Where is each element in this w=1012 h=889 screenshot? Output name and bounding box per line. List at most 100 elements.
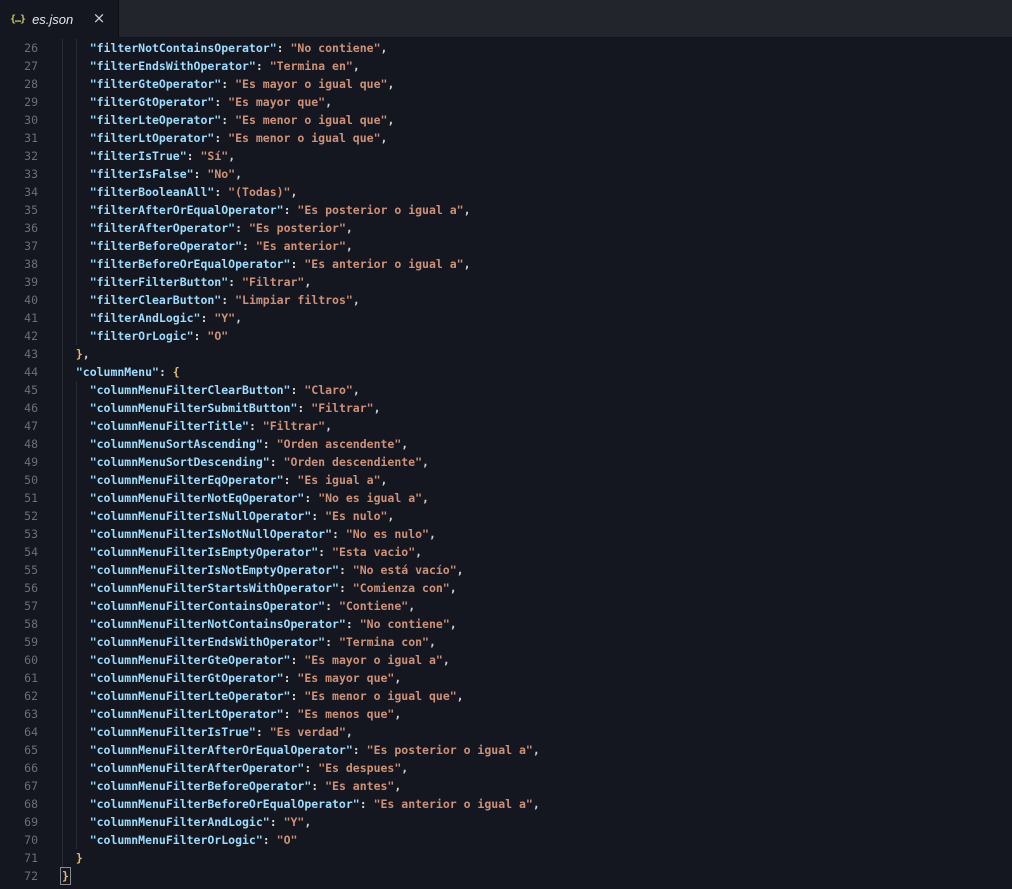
code-line[interactable]: 69 "columnMenuFilterAndLogic": "Y", <box>0 813 1012 831</box>
line-number[interactable]: 36 <box>0 219 38 237</box>
code-line[interactable]: 49 "columnMenuSortDescending": "Orden des… <box>0 453 1012 471</box>
line-number[interactable]: 60 <box>0 651 38 669</box>
code-line[interactable]: 52 "columnMenuFilterIsNullOperator": "Es … <box>0 507 1012 525</box>
line-number[interactable]: 41 <box>0 309 38 327</box>
code-line[interactable]: 30 "filterLteOperator": "Es menor o igual… <box>0 111 1012 129</box>
line-number[interactable]: 63 <box>0 705 38 723</box>
code-line[interactable]: 26 "filterNotContainsOperator": "No conti… <box>0 39 1012 57</box>
line-number[interactable]: 50 <box>0 471 38 489</box>
line-number[interactable]: 65 <box>0 741 38 759</box>
code-line[interactable]: 50 "columnMenuFilterEqOperator": "Es igua… <box>0 471 1012 489</box>
line-number[interactable]: 72 <box>0 867 38 885</box>
code-line[interactable]: 71} <box>0 849 1012 867</box>
line-number[interactable]: 59 <box>0 633 38 651</box>
line-number[interactable]: 57 <box>0 597 38 615</box>
code-line[interactable]: 72} <box>0 867 1012 885</box>
line-number[interactable]: 30 <box>0 111 38 129</box>
line-number[interactable]: 33 <box>0 165 38 183</box>
code-line[interactable]: 37 "filterBeforeOperator": "Es anterior", <box>0 237 1012 255</box>
line-number[interactable]: 69 <box>0 813 38 831</box>
line-number[interactable]: 34 <box>0 183 38 201</box>
line-number[interactable]: 45 <box>0 381 38 399</box>
line-number[interactable]: 51 <box>0 489 38 507</box>
line-number[interactable]: 56 <box>0 579 38 597</box>
code-line[interactable]: 57 "columnMenuFilterContainsOperator": "C… <box>0 597 1012 615</box>
code-line[interactable]: 54 "columnMenuFilterIsEmptyOperator": "Es… <box>0 543 1012 561</box>
line-number[interactable]: 47 <box>0 417 38 435</box>
code-line[interactable]: 70 "columnMenuFilterOrLogic": "O" <box>0 831 1012 849</box>
code-line[interactable]: 61 "columnMenuFilterGtOperator": "Es mayo… <box>0 669 1012 687</box>
line-number[interactable]: 31 <box>0 129 38 147</box>
line-number[interactable]: 53 <box>0 525 38 543</box>
line-number[interactable]: 28 <box>0 75 38 93</box>
line-number[interactable]: 40 <box>0 291 38 309</box>
line-number[interactable]: 42 <box>0 327 38 345</box>
code-line[interactable]: 32 "filterIsTrue": "Sí", <box>0 147 1012 165</box>
line-number[interactable]: 26 <box>0 39 38 57</box>
code-line[interactable]: 64 "columnMenuFilterIsTrue": "Es verdad", <box>0 723 1012 741</box>
line-number[interactable]: 29 <box>0 93 38 111</box>
code-line[interactable]: 51 "columnMenuFilterNotEqOperator": "No e… <box>0 489 1012 507</box>
line-number[interactable]: 66 <box>0 759 38 777</box>
line-number[interactable]: 49 <box>0 453 38 471</box>
code-line[interactable]: 68 "columnMenuFilterBeforeOrEqualOperator… <box>0 795 1012 813</box>
code-line[interactable]: 27 "filterEndsWithOperator": "Termina en"… <box>0 57 1012 75</box>
code-line[interactable]: 65 "columnMenuFilterAfterOrEqualOperator"… <box>0 741 1012 759</box>
editor[interactable]: 26 "filterNotContainsOperator": "No conti… <box>0 38 1012 889</box>
line-number[interactable]: 67 <box>0 777 38 795</box>
line-number[interactable]: 38 <box>0 255 38 273</box>
line-number[interactable]: 68 <box>0 795 38 813</box>
code-line[interactable]: 66 "columnMenuFilterAfterOperator": "Es d… <box>0 759 1012 777</box>
punctuation-comma: , <box>394 671 402 685</box>
code-line[interactable]: 38 "filterBeforeOrEqualOperator": "Es ant… <box>0 255 1012 273</box>
code-line[interactable]: 28 "filterGteOperator": "Es mayor o igual… <box>0 75 1012 93</box>
line-number[interactable]: 73 <box>0 885 38 889</box>
line-number[interactable]: 54 <box>0 543 38 561</box>
code-line[interactable]: 40 "filterClearButton": "Limpiar filtros"… <box>0 291 1012 309</box>
code-line[interactable]: 73 <box>0 885 1012 889</box>
code-line[interactable]: 39 "filterFilterButton": "Filtrar", <box>0 273 1012 291</box>
code-line[interactable]: 45 "columnMenuFilterClearButton": "Claro"… <box>0 381 1012 399</box>
line-number[interactable]: 46 <box>0 399 38 417</box>
close-icon[interactable]: × <box>90 10 108 28</box>
tab-es-json[interactable]: {…} es.json × <box>0 0 119 38</box>
code-line[interactable]: 42 "filterOrLogic": "O" <box>0 327 1012 345</box>
code-line[interactable]: 59 "columnMenuFilterEndsWithOperator": "T… <box>0 633 1012 651</box>
code-line[interactable]: 53 "columnMenuFilterIsNotNullOperator": "… <box>0 525 1012 543</box>
line-number[interactable]: 71 <box>0 849 38 867</box>
line-number[interactable]: 32 <box>0 147 38 165</box>
line-number[interactable]: 58 <box>0 615 38 633</box>
code-line[interactable]: 44 "columnMenu": { <box>0 363 1012 381</box>
line-number[interactable]: 52 <box>0 507 38 525</box>
line-number[interactable]: 62 <box>0 687 38 705</box>
code-line[interactable]: 56 "columnMenuFilterStartsWithOperator": … <box>0 579 1012 597</box>
line-number[interactable]: 43 <box>0 345 38 363</box>
line-number[interactable]: 27 <box>0 57 38 75</box>
code-line[interactable]: 67 "columnMenuFilterBeforeOperator": "Es … <box>0 777 1012 795</box>
line-number[interactable]: 55 <box>0 561 38 579</box>
code-line[interactable]: 36 "filterAfterOperator": "Es posterior", <box>0 219 1012 237</box>
line-number[interactable]: 61 <box>0 669 38 687</box>
line-number[interactable]: 70 <box>0 831 38 849</box>
line-number[interactable]: 35 <box>0 201 38 219</box>
code-line[interactable]: 29 "filterGtOperator": "Es mayor que", <box>0 93 1012 111</box>
code-line[interactable]: 35 "filterAfterOrEqualOperator": "Es post… <box>0 201 1012 219</box>
code-line[interactable]: 34 "filterBooleanAll": "(Todas)", <box>0 183 1012 201</box>
line-number[interactable]: 37 <box>0 237 38 255</box>
line-number[interactable]: 39 <box>0 273 38 291</box>
line-number[interactable]: 48 <box>0 435 38 453</box>
code-line[interactable]: 58 "columnMenuFilterNotContainsOperator":… <box>0 615 1012 633</box>
code-line[interactable]: 41 "filterAndLogic": "Y", <box>0 309 1012 327</box>
code-line[interactable]: 55 "columnMenuFilterIsNotEmptyOperator": … <box>0 561 1012 579</box>
line-number[interactable]: 44 <box>0 363 38 381</box>
code-line[interactable]: 62 "columnMenuFilterLteOperator": "Es men… <box>0 687 1012 705</box>
code-line[interactable]: 47 "columnMenuFilterTitle": "Filtrar", <box>0 417 1012 435</box>
line-number[interactable]: 64 <box>0 723 38 741</box>
code-line[interactable]: 48 "columnMenuSortAscending": "Orden asce… <box>0 435 1012 453</box>
code-line[interactable]: 46 "columnMenuFilterSubmitButton": "Filtr… <box>0 399 1012 417</box>
code-line[interactable]: 43}, <box>0 345 1012 363</box>
code-line[interactable]: 33 "filterIsFalse": "No", <box>0 165 1012 183</box>
code-line[interactable]: 63 "columnMenuFilterLtOperator": "Es meno… <box>0 705 1012 723</box>
code-line[interactable]: 60 "columnMenuFilterGteOperator": "Es may… <box>0 651 1012 669</box>
code-line[interactable]: 31 "filterLtOperator": "Es menor o igual … <box>0 129 1012 147</box>
